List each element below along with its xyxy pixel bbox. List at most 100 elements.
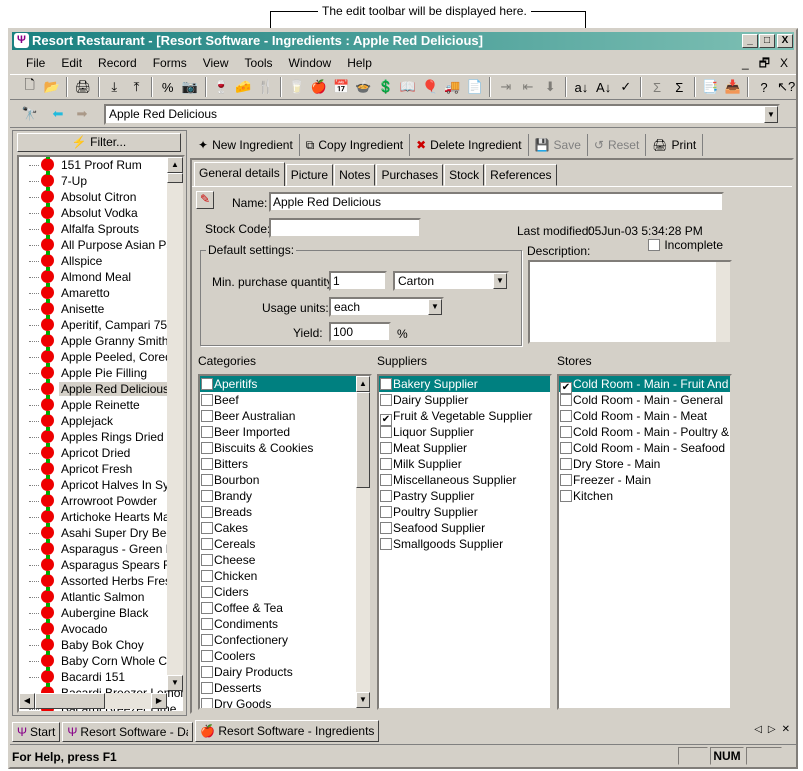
percent-icon[interactable]: % — [158, 77, 177, 97]
checkbox[interactable] — [201, 634, 213, 646]
checkbox[interactable] — [201, 650, 213, 662]
download-icon[interactable]: 📥 — [723, 77, 742, 97]
next-window-icon[interactable]: ▷ — [768, 724, 776, 735]
scroll-up-button[interactable]: ▲ — [167, 157, 183, 173]
checkbox[interactable] — [201, 682, 213, 694]
price-list-icon[interactable]: 💲 — [376, 77, 395, 97]
suppliers-list[interactable]: Bakery Supplier Dairy Supplier ✔ Fruit & Ve… — [377, 374, 552, 710]
categories-item[interactable]: Bitters — [200, 456, 370, 472]
tree-item[interactable]: Avocado — [19, 619, 183, 637]
tree-item[interactable]: Absolut Vodka — [19, 203, 183, 221]
checkbox[interactable] — [201, 506, 213, 518]
tree-item[interactable]: Arrowroot Powder — [19, 491, 183, 509]
tree-item[interactable]: Apple Granny Smith — [19, 331, 183, 349]
window-tab-start[interactable]: Ψ Start — [12, 722, 61, 742]
tree-item[interactable]: Apple Pie Filling — [19, 363, 183, 381]
checkbox[interactable] — [201, 490, 213, 502]
maximize-button[interactable]: □ — [759, 34, 775, 48]
tree-horizontal-scrollbar[interactable]: ◀ ▶ — [19, 693, 167, 709]
tab-picture[interactable]: Picture — [285, 164, 334, 186]
copy-ingredient-button[interactable]: ⧉ Copy Ingredient — [300, 134, 411, 156]
tree-item[interactable]: Baby Bok Choy — [19, 635, 183, 653]
checkbox[interactable] — [380, 474, 392, 486]
checkbox[interactable] — [380, 506, 392, 518]
report-icon[interactable]: 📄 — [465, 77, 484, 97]
suppliers-item[interactable]: Bakery Supplier — [379, 376, 550, 392]
reset-button[interactable]: ↺ Reset — [588, 134, 647, 156]
tab-notes[interactable]: Notes — [334, 164, 376, 186]
checkbox[interactable] — [201, 378, 213, 390]
suppliers-item[interactable]: Smallgoods Supplier — [379, 536, 550, 552]
menu-record[interactable]: Record — [98, 54, 137, 72]
tree-item[interactable]: 7-Up — [19, 171, 183, 189]
cook-icon[interactable]: 🍲 — [354, 77, 373, 97]
categories-item[interactable]: Cheese — [200, 552, 370, 568]
categories-item[interactable]: Coolers — [200, 648, 370, 664]
categories-item[interactable]: Beer Australian — [200, 408, 370, 424]
move-up-icon[interactable]: ⤒ — [127, 77, 146, 97]
window-tab-resort-software-ingredients[interactable]: 🍎 Resort Software - Ingredients — [195, 720, 380, 742]
mdi-close-button[interactable]: X — [780, 54, 788, 72]
suppliers-item[interactable]: Miscellaneous Supplier — [379, 472, 550, 488]
stock-code-field[interactable] — [269, 218, 421, 238]
indent-icon[interactable]: ⇥ — [496, 77, 515, 97]
categories-item[interactable]: Chicken — [200, 568, 370, 584]
tree-item[interactable]: Baby Corn Whole Cann — [19, 651, 183, 669]
tree-item[interactable]: 151 Proof Rum — [19, 157, 183, 173]
record-search-combo[interactable]: Apple Red Delicious ▼ — [104, 104, 780, 125]
categories-item[interactable]: Desserts — [200, 680, 370, 696]
stores-item[interactable]: Cold Room - Main - Poultry & Game — [559, 424, 730, 440]
categories-item[interactable]: Beer Imported — [200, 424, 370, 440]
balloons-icon[interactable]: 🎈 — [421, 77, 440, 97]
checkbox[interactable] — [201, 394, 213, 406]
checkbox[interactable] — [201, 666, 213, 678]
tree-item[interactable]: Bacardi 151 — [19, 667, 183, 685]
incomplete-checkbox[interactable]: Incomplete — [648, 238, 723, 252]
tree-item[interactable]: Apricot Fresh — [19, 459, 183, 477]
stores-item[interactable]: Dry Store - Main — [559, 456, 730, 472]
categories-list[interactable]: Aperitifs Beef Beer Australian Beer Importe… — [198, 374, 372, 710]
scroll-down-button[interactable]: ▼ — [356, 692, 370, 708]
mdi-minimize-button[interactable]: _ — [742, 54, 749, 72]
tree-item[interactable]: Anisette — [19, 299, 183, 317]
truck-icon[interactable]: 🚚 — [443, 77, 462, 97]
checkbox[interactable] — [560, 490, 572, 502]
menu-tools[interactable]: Tools — [245, 54, 273, 72]
jug-icon[interactable]: 🥛 — [287, 77, 306, 97]
menu-view[interactable]: View — [203, 54, 229, 72]
tree-item[interactable]: Almond Meal — [19, 267, 183, 285]
tree-item[interactable]: All Purpose Asian Paste — [19, 235, 183, 253]
checkbox[interactable] — [560, 474, 572, 486]
close-window-icon[interactable]: ✕ — [782, 724, 790, 735]
calendar-apple-icon[interactable]: 📅 — [332, 77, 351, 97]
new-icon[interactable]: 🗋 — [20, 77, 39, 97]
checkbox[interactable] — [380, 458, 392, 470]
minimize-button[interactable]: _ — [742, 34, 758, 48]
print-button[interactable]: 🖨 Print — [646, 134, 704, 156]
save-button[interactable]: 💾 Save — [529, 134, 588, 156]
tree-item[interactable]: Atlantic Salmon — [19, 587, 183, 605]
checkbox[interactable] — [560, 458, 572, 470]
menu-forms[interactable]: Forms — [153, 54, 187, 72]
tree-item[interactable]: Aubergine Black — [19, 603, 183, 621]
checkbox[interactable] — [201, 618, 213, 630]
stores-item[interactable]: ✔Cold Room - Main - Fruit And Veg — [559, 376, 730, 394]
tree-item[interactable]: Alfalfa Sprouts — [19, 219, 183, 237]
checkbox[interactable] — [201, 538, 213, 550]
back-arrow-icon[interactable]: ⬅ — [48, 104, 68, 124]
categories-item[interactable]: Breads — [200, 504, 370, 520]
find-binoculars-icon[interactable]: 🔭 — [20, 104, 40, 124]
tab-general-details[interactable]: General details — [194, 162, 285, 187]
mdi-restore-button[interactable]: 🗗 — [759, 54, 770, 72]
checkbox[interactable] — [201, 570, 213, 582]
tree-item[interactable]: Apple Peeled, Cored An — [19, 347, 183, 365]
camera-icon[interactable]: 📷 — [180, 77, 199, 97]
checkbox[interactable] — [201, 442, 213, 454]
sum-plus-icon[interactable]: Σ — [670, 77, 689, 97]
checkbox[interactable] — [201, 586, 213, 598]
checkbox[interactable] — [560, 410, 572, 422]
categories-item[interactable]: Beef — [200, 392, 370, 408]
scroll-left-button[interactable]: ◀ — [19, 693, 35, 709]
categories-scrollbar[interactable]: ▲ ▼ — [356, 376, 370, 708]
checkbox[interactable] — [380, 522, 392, 534]
